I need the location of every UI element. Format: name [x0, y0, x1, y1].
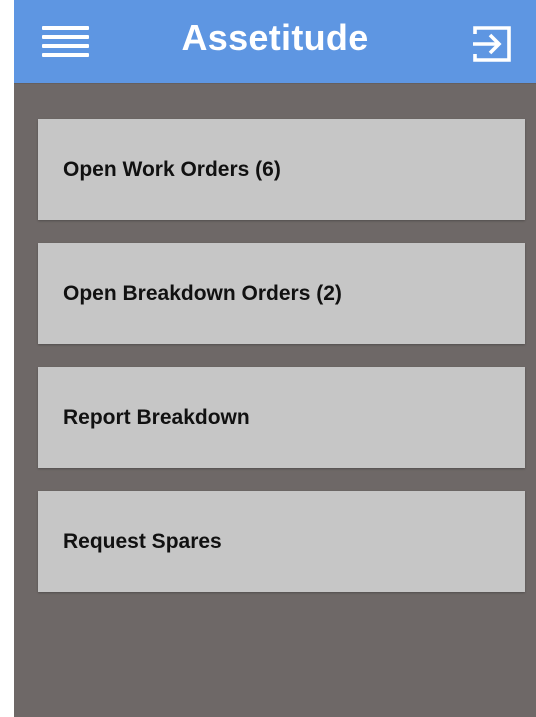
logout-arrow-icon-glyph [473, 26, 511, 62]
app-bar: Assetitude [14, 0, 536, 83]
logout-arrow-icon[interactable] [472, 24, 514, 64]
main-menu: Open Work Orders (6) Open Breakdown Orde… [38, 119, 525, 615]
open-work-orders-button[interactable]: Open Work Orders (6) [38, 119, 525, 220]
open-breakdown-orders-button[interactable]: Open Breakdown Orders (2) [38, 243, 525, 344]
app-title: Assetitude [181, 17, 369, 58]
menu-item-label: Request Spares [63, 530, 222, 553]
report-breakdown-button[interactable]: Report Breakdown [38, 367, 525, 468]
app-screen: Assetitude Open Work Orders (6) Open Bre… [14, 0, 536, 717]
menu-item-label: Report Breakdown [63, 406, 250, 429]
menu-item-label: Open Breakdown Orders (2) [63, 282, 342, 305]
request-spares-button[interactable]: Request Spares [38, 491, 525, 592]
menu-item-label: Open Work Orders (6) [63, 158, 281, 181]
hamburger-menu-icon[interactable] [42, 23, 90, 63]
